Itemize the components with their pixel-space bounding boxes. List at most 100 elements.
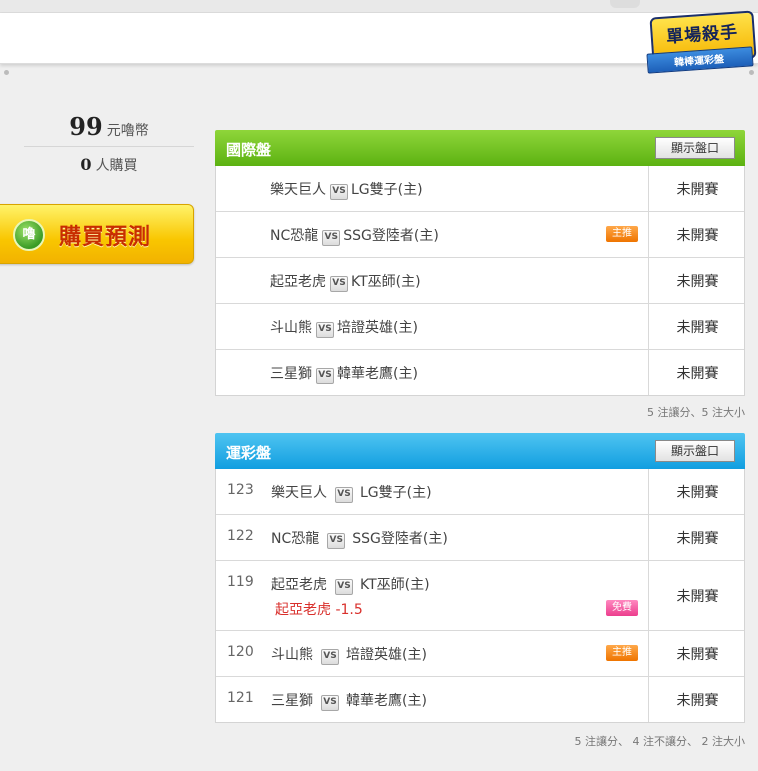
home-team: 樂天巨人	[271, 485, 327, 501]
match-row: 斗山熊 VS 培證英雄(主) 未開賽	[216, 303, 744, 349]
international-show-odds-button[interactable]: 顯示盤口	[655, 137, 735, 159]
match-cell: 起亞老虎 VS KT巫師(主)	[216, 258, 648, 303]
price-divider	[24, 146, 194, 147]
match-status: 未開賽	[648, 631, 746, 676]
price-value: 99	[69, 112, 103, 141]
match-row: 123 樂天巨人 VS LG雙子(主) 未開賽	[216, 469, 744, 514]
match-status: 未開賽	[648, 166, 746, 211]
match-teams: 樂天巨人 VS LG雙子(主)	[270, 179, 423, 200]
vs-icon: VS	[330, 184, 348, 200]
away-team: KT巫師(主)	[360, 577, 430, 593]
match-row: 121 三星獅 VS 韓華老鷹(主) 未開賽	[216, 676, 744, 722]
match-teams: 起亞老虎 VS KT巫師(主)	[271, 574, 430, 595]
price-display: 99 元嚕幣	[24, 112, 194, 141]
vs-icon: VS	[335, 487, 353, 503]
away-team: 韓華老鷹(主)	[337, 366, 418, 382]
match-row: 起亞老虎 VS KT巫師(主) 未開賽	[216, 257, 744, 303]
sports-lottery-show-odds-button[interactable]: 顯示盤口	[655, 440, 735, 462]
match-teams: 斗山熊 VS 培證英雄(主)	[270, 317, 418, 338]
home-team: NC恐龍	[270, 228, 319, 244]
match-teams: 起亞老虎 VS KT巫師(主)	[270, 271, 421, 292]
away-team: SSG登陸者(主)	[352, 531, 448, 547]
match-teams: 三星獅 VS 韓華老鷹(主)	[271, 690, 427, 711]
price-unit: 元嚕幣	[106, 123, 149, 139]
match-status: 未開賽	[648, 304, 746, 349]
vs-icon: VS	[321, 649, 339, 665]
home-team: 三星獅	[270, 366, 312, 382]
match-status: 未開賽	[648, 561, 746, 630]
match-teams: 斗山熊 VS 培證英雄(主)	[271, 644, 427, 665]
match-cell: 樂天巨人 VS LG雙子(主)	[216, 166, 648, 211]
away-team: KT巫師(主)	[351, 274, 421, 290]
away-team: 培證英雄(主)	[346, 647, 427, 663]
killer-badge: 單場殺手 韓棒運彩盤	[645, 10, 757, 78]
match-row: 樂天巨人 VS LG雙子(主) 未開賽	[216, 166, 744, 211]
sports-lottery-panel: 運彩盤 顯示盤口 123 樂天巨人 VS LG雙子(主) 未開賽 122 NC恐龍 V…	[215, 433, 745, 749]
match-cell: 122 NC恐龍 VS SSG登陸者(主)	[216, 515, 648, 560]
game-number: 122	[227, 528, 254, 544]
away-team: LG雙子(主)	[351, 182, 423, 198]
match-status: 未開賽	[648, 212, 746, 257]
game-number: 120	[227, 644, 254, 660]
match-row: 119 起亞老虎 VS KT巫師(主) 起亞老虎 -1.5 免費 未開賽	[216, 560, 744, 630]
vs-icon: VS	[327, 533, 346, 549]
match-cell: 119 起亞老虎 VS KT巫師(主) 起亞老虎 -1.5 免費	[216, 561, 648, 630]
match-teams: NC恐龍 VS SSG登陸者(主)	[270, 225, 439, 246]
home-team: 斗山熊	[271, 647, 313, 663]
away-team: SSG登陸者(主)	[343, 228, 439, 244]
match-status: 未開賽	[648, 258, 746, 303]
international-summary: 5 注讓分、5 注大小	[647, 406, 745, 419]
home-team: 起亞老虎	[271, 577, 327, 593]
buyer-count-value: 0	[80, 155, 92, 174]
match-cell: 120 斗山熊 VS 培證英雄(主) 主推	[216, 631, 648, 676]
home-team: 三星獅	[271, 693, 313, 709]
away-team: LG雙子(主)	[360, 485, 432, 501]
game-number: 119	[227, 574, 254, 590]
game-number: 121	[227, 690, 254, 706]
home-team: NC恐龍	[271, 531, 320, 547]
vs-icon: VS	[316, 322, 334, 338]
vs-icon: VS	[335, 579, 353, 595]
match-status: 未開賽	[648, 350, 746, 395]
match-row: 三星獅 VS 韓華老鷹(主) 未開賽	[216, 349, 744, 395]
away-team: 韓華老鷹(主)	[346, 693, 427, 709]
pin-left	[4, 70, 9, 75]
match-status: 未開賽	[648, 677, 746, 722]
match-status: 未開賽	[648, 469, 746, 514]
international-match-list: 樂天巨人 VS LG雙子(主) 未開賽 NC恐龍 VS SSG登陸者(主) 主推 未開賽…	[215, 166, 745, 396]
match-cell: 121 三星獅 VS 韓華老鷹(主)	[216, 677, 648, 722]
coin-icon: 嚕	[13, 219, 45, 251]
vs-icon: VS	[322, 230, 341, 246]
game-number: 123	[227, 482, 254, 498]
match-cell: 三星獅 VS 韓華老鷹(主)	[216, 350, 648, 395]
vs-icon: VS	[316, 368, 334, 384]
sports-lottery-panel-title: 運彩盤	[226, 444, 272, 462]
featured-pick-badge: 主推	[606, 226, 638, 242]
international-panel: 國際盤 顯示盤口 樂天巨人 VS LG雙子(主) 未開賽 NC恐龍 VS SSG登陸者(…	[215, 130, 745, 420]
free-pick-badge: 免費	[606, 600, 638, 616]
match-teams: 三星獅 VS 韓華老鷹(主)	[270, 363, 418, 384]
sports-lottery-panel-header: 運彩盤 顯示盤口	[215, 433, 745, 469]
vs-icon: VS	[321, 695, 339, 711]
match-status: 未開賽	[648, 515, 746, 560]
match-cell: 123 樂天巨人 VS LG雙子(主)	[216, 469, 648, 514]
buy-prediction-label: 購買預測	[59, 225, 152, 250]
away-team: 培證英雄(主)	[337, 320, 418, 336]
match-row: NC恐龍 VS SSG登陸者(主) 主推 未開賽	[216, 211, 744, 257]
match-teams: 樂天巨人 VS LG雙子(主)	[271, 482, 432, 503]
featured-pick-badge: 主推	[606, 645, 638, 661]
match-cell: 斗山熊 VS 培證英雄(主)	[216, 304, 648, 349]
sports-lottery-summary: 5 注讓分、 4 注不讓分、 2 注大小	[574, 735, 745, 748]
sports-lottery-match-list: 123 樂天巨人 VS LG雙子(主) 未開賽 122 NC恐龍 VS SSG登陸者(主…	[215, 469, 745, 723]
match-row: 120 斗山熊 VS 培證英雄(主) 主推 未開賽	[216, 630, 744, 676]
buyer-count: 0 人購買	[24, 155, 194, 175]
match-row: 122 NC恐龍 VS SSG登陸者(主) 未開賽	[216, 514, 744, 560]
top-tab-stub	[610, 0, 640, 8]
recommended-pick: 起亞老虎 -1.5	[275, 602, 363, 618]
home-team: 斗山熊	[270, 320, 312, 336]
home-team: 樂天巨人	[270, 182, 326, 198]
home-team: 起亞老虎	[270, 274, 326, 290]
match-cell: NC恐龍 VS SSG登陸者(主) 主推	[216, 212, 648, 257]
buyer-count-unit: 人購買	[95, 158, 138, 174]
buy-prediction-button[interactable]: 嚕 購買預測	[0, 204, 194, 264]
